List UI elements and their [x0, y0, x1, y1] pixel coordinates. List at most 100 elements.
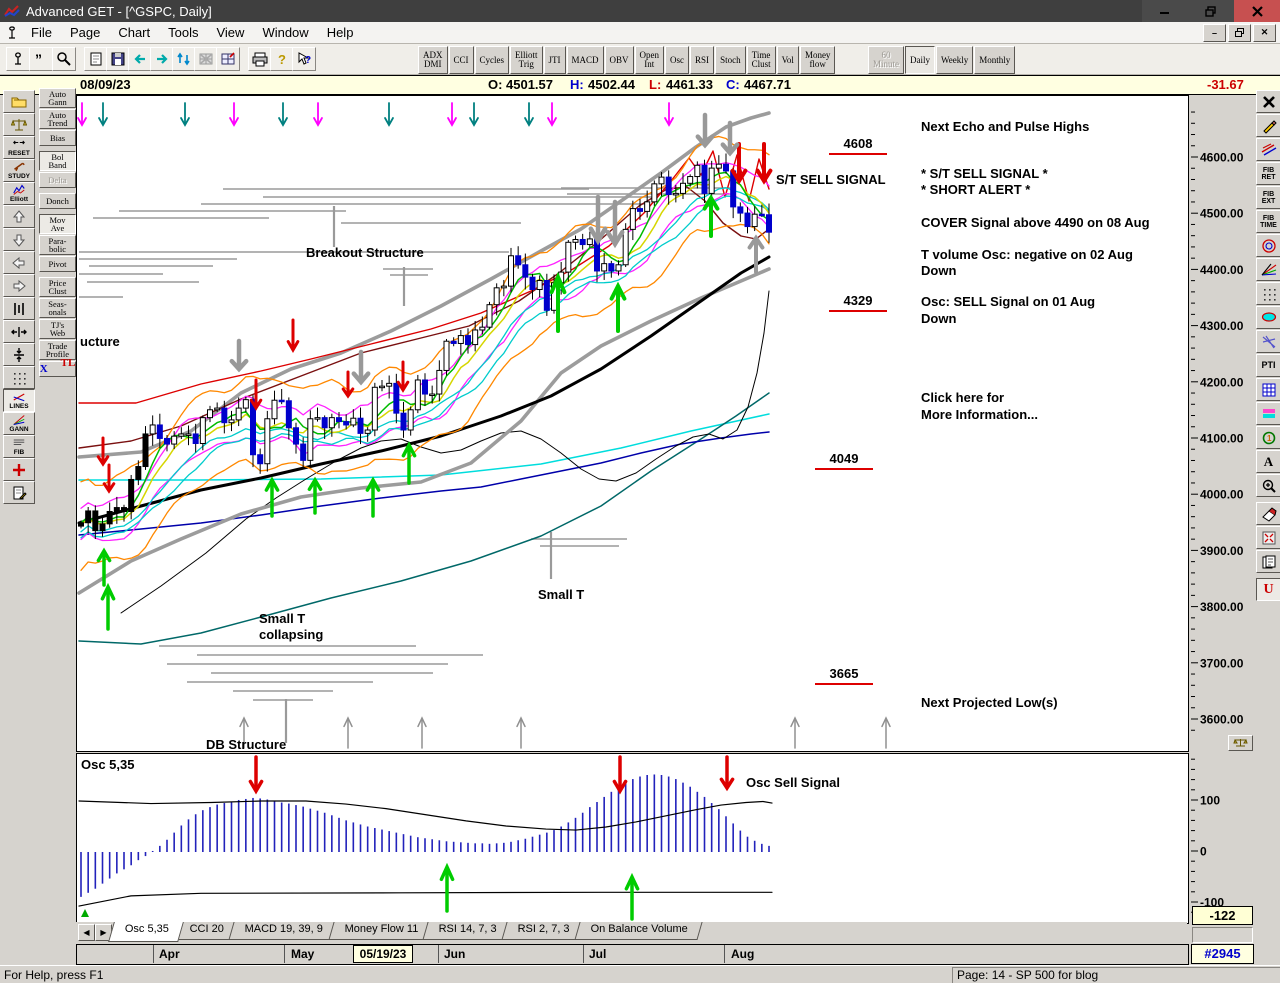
red-cross-icon[interactable] — [3, 458, 35, 481]
pin-icon[interactable] — [6, 47, 30, 71]
properties-icon[interactable] — [3, 481, 35, 504]
gann-icon[interactable]: GANN — [3, 412, 35, 435]
menu-page[interactable]: Page — [61, 23, 109, 42]
indicator-adx-dmi[interactable]: ADX DMI — [418, 46, 448, 74]
arrow-right-icon[interactable] — [3, 274, 35, 297]
bar-shift-icon[interactable] — [3, 297, 35, 320]
menu-file[interactable]: File — [22, 23, 61, 42]
rotate-icon[interactable]: 1 — [1256, 426, 1280, 449]
study-seas--onals[interactable]: Seas- onals — [39, 298, 76, 318]
menu-help[interactable]: Help — [318, 23, 363, 42]
study-donch[interactable]: Donch — [39, 193, 76, 209]
regression-lines-icon[interactable] — [1256, 330, 1280, 353]
fib-extension-button[interactable]: FIB EXT — [1256, 186, 1280, 209]
fib-time-button[interactable]: FIB TIME — [1256, 210, 1280, 233]
indicator-vol[interactable]: Vol — [776, 46, 799, 74]
study-pivot[interactable]: Pivot — [39, 256, 76, 272]
expand-horizontal-icon[interactable] — [3, 320, 35, 343]
mdi-close-button[interactable]: ✕ — [1253, 23, 1276, 42]
tab-money-flow-11[interactable]: Money Flow 11 — [327, 922, 433, 940]
timeframe-60-minute[interactable]: 60 Minute — [868, 46, 904, 74]
update-icon[interactable] — [172, 47, 196, 71]
help-icon[interactable]: ? — [270, 47, 294, 71]
indicator-jti[interactable]: JTI — [543, 46, 566, 74]
tile-color-icon[interactable] — [216, 47, 240, 71]
fib-icon[interactable]: FIB — [3, 435, 35, 458]
oscillator-panel[interactable]: Osc 5,35 Osc Sell Signal — [76, 753, 1189, 924]
study-delta[interactable]: Delta — [39, 172, 76, 188]
reset-icon[interactable]: RESET — [3, 136, 35, 159]
notes-icon[interactable] — [1256, 550, 1280, 573]
search-icon[interactable] — [52, 47, 76, 71]
study-bias[interactable]: Bias — [39, 130, 76, 146]
indicator-elliott-trig[interactable]: Elliott Trig — [510, 46, 543, 74]
print-icon[interactable] — [248, 47, 272, 71]
title-bar[interactable]: Advanced GET - [^GSPC, Daily] — [0, 0, 1280, 22]
pti-button[interactable]: PTI — [1256, 354, 1280, 377]
tab-on-balance-volume[interactable]: On Balance Volume — [574, 922, 704, 940]
indicator-rsi[interactable]: RSI — [690, 46, 715, 74]
tab-macd-19-39-9[interactable]: MACD 19, 39, 9 — [228, 922, 339, 940]
menu-window[interactable]: Window — [253, 23, 317, 42]
indicator-stoch[interactable]: Stoch — [715, 46, 746, 74]
ellipse-icon[interactable] — [1256, 306, 1280, 329]
child-window-icon[interactable] — [6, 25, 18, 40]
indicator-osc[interactable]: Osc — [665, 46, 690, 74]
arrow-down-icon[interactable] — [3, 228, 35, 251]
tab-rsi-2-7-3[interactable]: RSI 2, 7, 3 — [501, 922, 585, 940]
arrow-up-icon[interactable] — [3, 205, 35, 228]
next-page-icon[interactable] — [150, 47, 174, 71]
tile-disabled-icon[interactable] — [194, 47, 218, 71]
study-auto-trend[interactable]: Auto Trend — [39, 109, 76, 129]
menu-chart[interactable]: Chart — [109, 23, 159, 42]
grid-icon[interactable] — [1256, 282, 1280, 305]
mdi-restore-button[interactable] — [1228, 23, 1251, 42]
axis-scales-icon[interactable] — [1228, 735, 1253, 751]
lines-icon[interactable]: LINES — [3, 389, 35, 412]
study-xtl[interactable]: X TL — [39, 358, 76, 377]
study-mov-ave[interactable]: Mov Ave — [39, 214, 76, 234]
context-help-icon[interactable]: ? — [292, 47, 316, 71]
study-price-clust[interactable]: Price Clust — [39, 277, 76, 297]
scales-icon[interactable] — [3, 113, 35, 136]
pencil-icon[interactable] — [1256, 114, 1280, 137]
fib-circle-icon[interactable] — [1256, 234, 1280, 257]
tab-rsi-14-7-3[interactable]: RSI 14, 7, 3 — [422, 922, 513, 940]
timeframe-monthly[interactable]: Monthly — [974, 46, 1016, 74]
indicator-macd[interactable]: MACD — [566, 46, 604, 74]
oscillator-axis[interactable]: 100 0 -100 — [1191, 753, 1253, 924]
study-tj-s-web[interactable]: TJ's Web — [39, 319, 76, 339]
magnet-tool-button[interactable]: U — [1256, 578, 1280, 601]
fan-lines-icon[interactable] — [1256, 258, 1280, 281]
timeframe-daily[interactable]: Daily — [905, 46, 935, 74]
indicator-cycles[interactable]: Cycles — [474, 46, 510, 74]
menu-tools[interactable]: Tools — [159, 23, 207, 42]
save-icon[interactable] — [106, 47, 130, 71]
compress-vertical-icon[interactable] — [3, 343, 35, 366]
menu-view[interactable]: View — [207, 23, 253, 42]
parallel-lines-icon[interactable] — [1256, 138, 1280, 161]
minimize-button[interactable] — [1142, 0, 1188, 22]
indicator-open-int[interactable]: Open Int — [634, 46, 665, 74]
restore-button[interactable] — [1188, 0, 1234, 22]
new-page-icon[interactable] — [84, 47, 108, 71]
indicator-cci[interactable]: CCI — [448, 46, 474, 74]
zoom-in-icon[interactable] — [1256, 474, 1280, 497]
date-axis[interactable]: Apr May Jun Jul Aug 05/19/23 — [76, 944, 1189, 965]
arrow-left-icon[interactable] — [3, 251, 35, 274]
study-icon[interactable]: STUDY — [3, 159, 35, 182]
timeframe-weekly[interactable]: Weekly — [936, 46, 974, 74]
mob-icon[interactable] — [1256, 402, 1280, 425]
resize-icon[interactable] — [1256, 526, 1280, 549]
close-tool-icon[interactable] — [1256, 90, 1280, 113]
indicator-time-clust[interactable]: Time Clust — [746, 46, 776, 74]
close-button[interactable] — [1234, 0, 1280, 22]
study-para--bolic[interactable]: Para- bolic — [39, 235, 76, 255]
dot-grid-icon[interactable] — [3, 366, 35, 389]
prev-page-icon[interactable] — [128, 47, 152, 71]
open-folder-icon[interactable] — [3, 90, 35, 113]
study-auto-gann[interactable]: Auto Gann — [39, 88, 76, 108]
text-tool-button[interactable]: A — [1256, 450, 1280, 473]
study-bol-band[interactable]: Bol Band — [39, 151, 76, 171]
fib-retracement-button[interactable]: FIB RET — [1256, 162, 1280, 185]
